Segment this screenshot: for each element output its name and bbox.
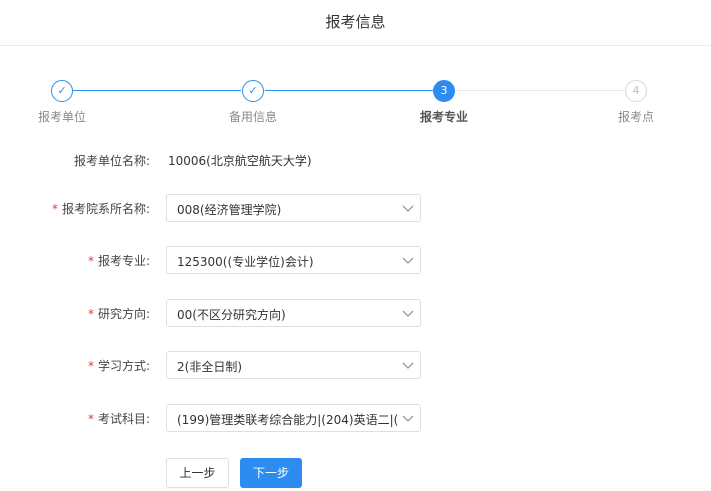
study-mode-select-value: 2(非全日制) — [177, 360, 242, 374]
step-2-check-icon: ✓ — [242, 80, 264, 102]
chevron-down-icon — [402, 310, 414, 317]
unit-row: 报考单位名称: 10006(北京航空航天大学) — [0, 146, 711, 174]
direction-select[interactable]: 00(不区分研究方向) — [166, 299, 421, 327]
study-mode-label: * 学习方式: — [88, 357, 150, 374]
step-3-label: 报考专业 — [420, 110, 469, 124]
step-connector-2 — [265, 90, 433, 91]
subjects-select[interactable]: (199)管理类联考综合能力|(204)英语二|(-)无|(-)无 — [166, 404, 421, 432]
study-mode-select[interactable]: 2(非全日制) — [166, 351, 421, 379]
next-step-button[interactable]: 下一步 — [240, 458, 302, 488]
step-connector-1 — [73, 90, 241, 91]
chevron-down-icon — [402, 362, 414, 369]
department-select[interactable]: 008(经济管理学院) — [166, 194, 421, 222]
subjects-row: *考试科目: (199)管理类联考综合能力|(204)英语二|(-)无|(-)无 — [0, 404, 711, 432]
stepper: ✓ ✓ 3 4 报考单位 备用信息 报考专业 报考点 — [0, 78, 711, 128]
step-1-label: 报考单位 — [38, 110, 87, 124]
step-connector-3 — [456, 90, 624, 91]
step-4-number: 4 — [625, 80, 647, 102]
direction-row: * 研究方向: 00(不区分研究方向) — [0, 299, 711, 327]
major-label: * 报考专业: — [88, 252, 150, 269]
major-row: * 报考专业: 125300((专业学位)会计) — [0, 246, 711, 274]
direction-select-value: 00(不区分研究方向) — [177, 308, 286, 322]
chevron-down-icon — [402, 415, 414, 422]
major-select[interactable]: 125300((专业学位)会计) — [166, 246, 421, 274]
subjects-label-text: 考试科目: — [97, 412, 150, 426]
major-select-value: 125300((专业学位)会计) — [177, 255, 314, 269]
subjects-select-value: (199)管理类联考综合能力|(204)英语二|(-)无|(-)无 — [177, 413, 399, 427]
page-header: 报考信息 — [0, 0, 711, 46]
department-select-value: 008(经济管理学院) — [177, 203, 282, 217]
required-mark: * — [87, 307, 94, 321]
direction-label-text: 研究方向: — [97, 307, 150, 321]
study-mode-row: * 学习方式: 2(非全日制) — [0, 351, 711, 379]
department-label: * 报考院系所名称: — [52, 200, 150, 217]
prev-step-button[interactable]: 上一步 — [166, 458, 229, 488]
page-title: 报考信息 — [325, 13, 386, 31]
study-mode-label-text: 学习方式: — [97, 359, 150, 373]
chevron-down-icon — [402, 205, 414, 212]
department-row: * 报考院系所名称: 008(经济管理学院) — [0, 194, 711, 222]
required-mark: * — [87, 359, 94, 373]
step-2-label: 备用信息 — [229, 110, 278, 124]
direction-label: * 研究方向: — [88, 305, 150, 322]
required-mark: * — [87, 254, 94, 268]
required-mark: * — [51, 202, 58, 216]
required-mark: * — [87, 412, 94, 426]
department-label-text: 报考院系所名称: — [61, 202, 150, 216]
step-1-check-icon: ✓ — [51, 80, 73, 102]
unit-label: 报考单位名称: — [73, 154, 150, 168]
subjects-label: * 考试科目: — [88, 410, 150, 427]
unit-value: 10006(北京航空航天大学) — [168, 154, 312, 168]
chevron-down-icon — [402, 257, 414, 264]
step-3-number: 3 — [433, 80, 455, 102]
step-4-label: 报考点 — [618, 110, 655, 124]
major-label-text: 报考专业: — [97, 254, 150, 268]
